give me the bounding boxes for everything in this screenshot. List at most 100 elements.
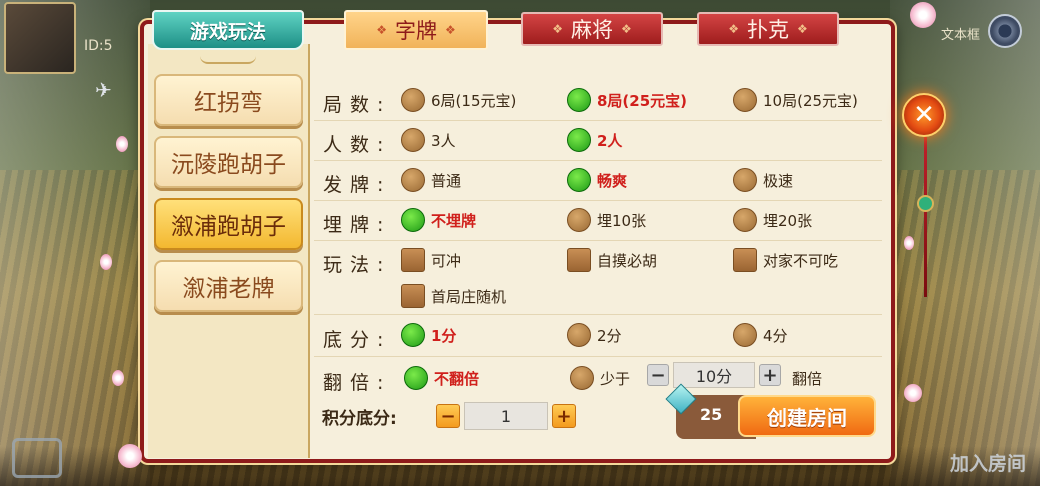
gear-icon[interactable] <box>988 14 1022 48</box>
rounds-option-6[interactable]: 6局(15元宝) <box>401 88 516 112</box>
row-deal: 发牌: 普通 畅爽 极速 <box>314 161 882 201</box>
create-room-button[interactable]: 创建房间 <box>738 395 876 437</box>
rounds-option-8[interactable]: 8局(25元宝) <box>567 88 687 112</box>
petal-icon <box>112 370 124 386</box>
double-option-less[interactable]: 少于 <box>570 366 630 390</box>
rounds-option-10[interactable]: 10局(25元宝) <box>733 88 858 112</box>
play-check-zimo[interactable]: 自摸必胡 <box>567 248 657 272</box>
plus-button[interactable]: + <box>552 404 576 428</box>
bury-label: 埋牌: <box>323 214 392 236</box>
mode-xupu-laopai[interactable]: 溆浦老牌 <box>154 260 303 312</box>
option-label: 可冲 <box>431 251 462 270</box>
close-icon: ✕ <box>913 100 935 130</box>
option-label: 少于 <box>600 369 631 388</box>
tab-majiang[interactable]: ❖ 麻将 ❖ <box>521 12 663 46</box>
option-label: 4分 <box>763 326 788 345</box>
radio-icon <box>401 88 425 112</box>
row-players: 人数: 3人 2人 <box>314 121 882 161</box>
fish-icon: ✈ <box>95 78 112 102</box>
right-label: 文本框 <box>940 28 980 43</box>
ornament-icon: ❖ <box>552 22 563 36</box>
mode-yuanling[interactable]: 沅陵跑胡子 <box>154 136 303 188</box>
option-label: 自摸必胡 <box>597 251 658 270</box>
players-label: 人数: <box>323 134 392 156</box>
radio-icon <box>567 88 591 112</box>
checkbox-icon <box>733 248 757 272</box>
double-threshold-stepper: − 10分 + <box>647 362 781 388</box>
base-option-4[interactable]: 4分 <box>733 323 788 347</box>
radio-icon <box>401 208 425 232</box>
radio-icon <box>401 168 425 192</box>
tab-zipai[interactable]: ❖ 字牌 ❖ <box>344 10 488 50</box>
play-check-shouju[interactable]: 首局庄随机 <box>401 284 506 308</box>
ornament-icon: ❖ <box>376 23 387 37</box>
minus-button[interactable]: − <box>436 404 460 428</box>
cart-icon[interactable] <box>12 438 62 478</box>
option-label: 8局(25元宝) <box>597 91 688 110</box>
radio-icon <box>733 323 757 347</box>
row-rounds: 局数: 6局(15元宝) 8局(25元宝) 10局(25元宝) <box>314 80 882 121</box>
score-base-stepper: − 1 + <box>436 402 576 430</box>
option-label: 不翻倍 <box>434 369 480 388</box>
petal-icon <box>904 236 914 250</box>
base-label: 底分: <box>323 329 392 351</box>
players-option-2[interactable]: 2人 <box>567 128 622 152</box>
option-label: 10局(25元宝) <box>763 91 858 110</box>
deal-option-fast[interactable]: 极速 <box>733 168 793 192</box>
deal-label: 发牌: <box>323 174 392 196</box>
radio-icon <box>733 88 757 112</box>
base-option-1[interactable]: 1分 <box>401 323 456 347</box>
checkbox-icon <box>401 248 425 272</box>
double-option-none[interactable]: 不翻倍 <box>404 366 479 390</box>
players-option-3[interactable]: 3人 <box>401 128 456 152</box>
option-label: 2分 <box>597 326 622 345</box>
radio-icon <box>567 323 591 347</box>
petal-icon <box>116 136 128 152</box>
tab-label: 扑克 <box>747 18 789 42</box>
petal-icon <box>100 254 112 270</box>
double-suffix: 翻倍 <box>792 370 823 388</box>
plus-button[interactable]: + <box>759 364 781 386</box>
base-option-2[interactable]: 2分 <box>567 323 622 347</box>
ornament-icon: ❖ <box>445 23 456 37</box>
option-label: 对家不可吃 <box>763 251 839 270</box>
option-label: 首局庄随机 <box>431 287 507 306</box>
radio-icon <box>401 128 425 152</box>
ornament-icon: ❖ <box>797 22 808 36</box>
knot-icon <box>917 195 934 212</box>
ornament-icon: ❖ <box>728 22 739 36</box>
radio-icon <box>733 208 757 232</box>
checkbox-icon <box>567 248 591 272</box>
mode-hongguaiwan[interactable]: 红拐弯 <box>154 74 303 126</box>
row-base: 底分: 1分 2分 4分 <box>314 315 882 357</box>
play-check-duijia[interactable]: 对家不可吃 <box>733 248 838 272</box>
ornament <box>200 56 256 64</box>
deal-option-smooth[interactable]: 畅爽 <box>567 168 627 192</box>
radio-icon <box>567 168 591 192</box>
radio-icon <box>401 323 425 347</box>
bury-option-10[interactable]: 埋10张 <box>567 208 646 232</box>
mode-xupu-paohuzi[interactable]: 溆浦跑胡子 <box>154 198 303 250</box>
option-label: 3人 <box>431 131 456 150</box>
checkbox-icon <box>401 284 425 308</box>
close-button[interactable]: ✕ <box>902 93 946 137</box>
tab-game-rules[interactable]: 游戏玩法 <box>152 10 304 50</box>
rounds-label: 局数: <box>323 94 392 116</box>
double-label: 翻倍: <box>323 372 392 394</box>
bury-option-none[interactable]: 不埋牌 <box>401 208 476 232</box>
option-label: 1分 <box>431 326 457 345</box>
avatar[interactable] <box>4 2 76 74</box>
minus-button[interactable]: − <box>647 364 669 386</box>
join-room-button[interactable]: 加入房间 <box>950 449 1026 476</box>
tab-puke[interactable]: ❖ 扑克 ❖ <box>697 12 839 46</box>
radio-icon <box>567 208 591 232</box>
deal-option-normal[interactable]: 普通 <box>401 168 461 192</box>
play-check-chong[interactable]: 可冲 <box>401 248 461 272</box>
flower-icon <box>118 444 142 468</box>
bury-option-20[interactable]: 埋20张 <box>733 208 812 232</box>
row-play: 玩法: 可冲 自摸必胡 对家不可吃 首局庄随机 <box>314 241 882 315</box>
option-label: 埋20张 <box>763 211 813 230</box>
option-label: 不埋牌 <box>431 211 477 230</box>
ornament-icon: ❖ <box>621 22 632 36</box>
score-base-value[interactable]: 1 <box>464 402 548 430</box>
